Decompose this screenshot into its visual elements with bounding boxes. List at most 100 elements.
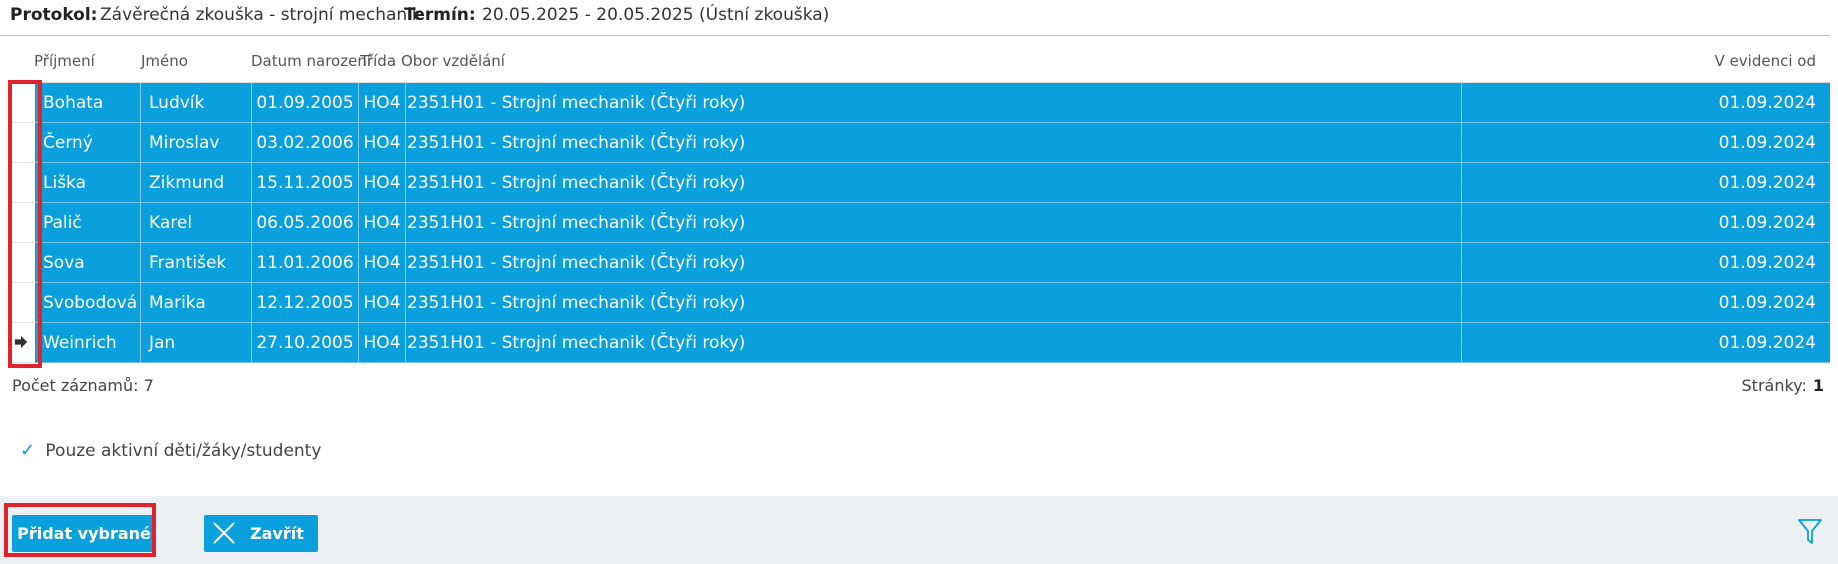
table-row[interactable]: Palič Karel 06.05.2006 HO4 2351H01 - Strojní… [8,203,1830,243]
col-header-field[interactable]: Obor vzdělání [401,52,505,70]
cell-class: HO4 [363,173,401,193]
pager: Stránky: 1 [1742,376,1824,395]
cell-class: HO4 [363,133,401,153]
cell-registered: 01.09.2024 [1718,173,1816,193]
cell-class: HO4 [363,213,401,233]
column-divider [140,203,141,243]
cell-surname: Weinrich [43,333,117,353]
active-filter-checkbox[interactable]: ✓ Pouze aktivní děti/žáky/studenty [20,440,321,461]
row-indicator[interactable] [8,163,35,203]
column-divider [405,123,406,163]
cell-birthdate: 03.02.2006 [256,133,354,153]
check-icon: ✓ [20,440,36,461]
protocol-value: Závěrečná zkouška - strojní mechanik [100,5,422,25]
cell-registered: 01.09.2024 [1718,133,1816,153]
record-count: Počet záznamů: 7 [12,376,154,395]
table-row[interactable]: Weinrich Jan 27.10.2005 HO4 2351H01 - Strojn… [8,323,1830,363]
row-indicator[interactable] [8,283,35,323]
column-divider [1461,163,1462,203]
col-header-registered[interactable]: V evidenci od [1715,52,1816,70]
column-divider [1461,323,1462,363]
cell-firstname: Karel [149,213,193,233]
cell-class: HO4 [363,253,401,273]
page-number[interactable]: 1 [1813,376,1824,395]
row-indicator[interactable] [8,323,35,363]
cell-birthdate: 11.01.2006 [256,253,354,273]
cell-field: 2351H01 - Strojní mechanik (Čtyři roky) [407,93,746,113]
cell-birthdate: 27.10.2005 [256,333,354,353]
cell-surname: Černý [43,133,93,153]
cell-registered: 01.09.2024 [1718,293,1816,313]
column-divider [140,283,141,323]
table-row[interactable]: Bohata Ludvík 01.09.2005 HO4 2351H01 - Stroj… [8,83,1830,123]
col-header-surname[interactable]: Příjmení [34,52,95,70]
col-header-birthdate[interactable]: Datum narození [251,52,371,70]
row-indicator[interactable] [8,123,35,163]
grid-body: Bohata Ludvík 01.09.2005 HO4 2351H01 - Stroj… [8,83,1830,363]
pages-label: Stránky: [1741,376,1807,395]
bottom-toolbar: Přidat vybrané Zavřít [0,496,1838,564]
column-divider [140,163,141,203]
cell-surname: Palič [43,213,82,233]
column-divider [405,283,406,323]
cell-field: 2351H01 - Strojní mechanik (Čtyři roky) [407,293,746,313]
term-label: Termín: [404,5,476,25]
cell-surname: Sova [43,253,85,273]
protocol-bar: Protokol: Závěrečná zkouška - strojní me… [0,0,1830,36]
cell-firstname: Ludvík [149,93,205,113]
col-header-class[interactable]: Třída [360,52,396,70]
cell-birthdate: 06.05.2006 [256,213,354,233]
arrow-right-icon [14,335,28,349]
row-indicator[interactable] [8,83,35,123]
add-selected-button[interactable]: Přidat vybrané [12,515,156,552]
cell-surname: Liška [43,173,87,193]
column-divider [1461,283,1462,323]
cell-registered: 01.09.2024 [1718,333,1816,353]
cell-surname: Svobodová [43,293,138,313]
cell-class: HO4 [363,93,401,113]
cell-field: 2351H01 - Strojní mechanik (Čtyři roky) [407,173,746,193]
close-label: Zavřít [250,524,304,543]
cell-field: 2351H01 - Strojní mechanik (Čtyři roky) [407,253,746,273]
active-filter-label: Pouze aktivní děti/žáky/studenty [45,441,322,461]
cell-birthdate: 15.11.2005 [256,173,354,193]
cell-registered: 01.09.2024 [1718,253,1816,273]
cell-firstname: Miroslav [149,133,220,153]
cell-class: HO4 [363,333,401,353]
table-row[interactable]: Svobodová Marika 12.12.2005 HO4 2351H01 - St… [8,283,1830,323]
column-divider [140,323,141,363]
column-divider [1461,83,1462,123]
cell-firstname: Marika [149,293,206,313]
close-button[interactable]: Zavřít [204,515,318,552]
students-grid: Příjmení Jméno Datum narození Třída Obor… [8,40,1830,363]
cell-birthdate: 12.12.2005 [256,293,354,313]
column-divider [405,323,406,363]
column-divider [405,203,406,243]
cell-registered: 01.09.2024 [1718,213,1816,233]
column-divider [405,163,406,203]
column-divider [140,123,141,163]
funnel-icon[interactable] [1798,518,1822,546]
term-value: 20.05.2025 - 20.05.2025 (Ústní zkouška) [482,5,830,25]
close-icon [213,522,235,544]
cell-firstname: František [149,253,227,273]
cell-class: HO4 [363,293,401,313]
grid-header: Příjmení Jméno Datum narození Třída Obor… [8,40,1830,83]
cell-firstname: Zikmund [149,173,225,193]
cell-field: 2351H01 - Strojní mechanik (Čtyři roky) [407,213,746,233]
column-divider [140,243,141,283]
table-row[interactable]: Sova František 11.01.2006 HO4 2351H01 - Stro… [8,243,1830,283]
cell-birthdate: 01.09.2005 [256,93,354,113]
table-row[interactable]: Černý Miroslav 03.02.2006 HO4 2351H01 - Stro… [8,123,1830,163]
cell-firstname: Jan [149,333,176,353]
row-indicator[interactable] [8,243,35,283]
column-divider [405,243,406,283]
cell-field: 2351H01 - Strojní mechanik (Čtyři roky) [407,133,746,153]
cell-field: 2351H01 - Strojní mechanik (Čtyři roky) [407,333,746,353]
table-row[interactable]: Liška Zikmund 15.11.2005 HO4 2351H01 - Stroj… [8,163,1830,203]
column-divider [405,83,406,123]
row-indicator[interactable] [8,203,35,243]
col-header-firstname[interactable]: Jméno [141,52,188,70]
column-divider [1461,123,1462,163]
column-divider [1461,243,1462,283]
